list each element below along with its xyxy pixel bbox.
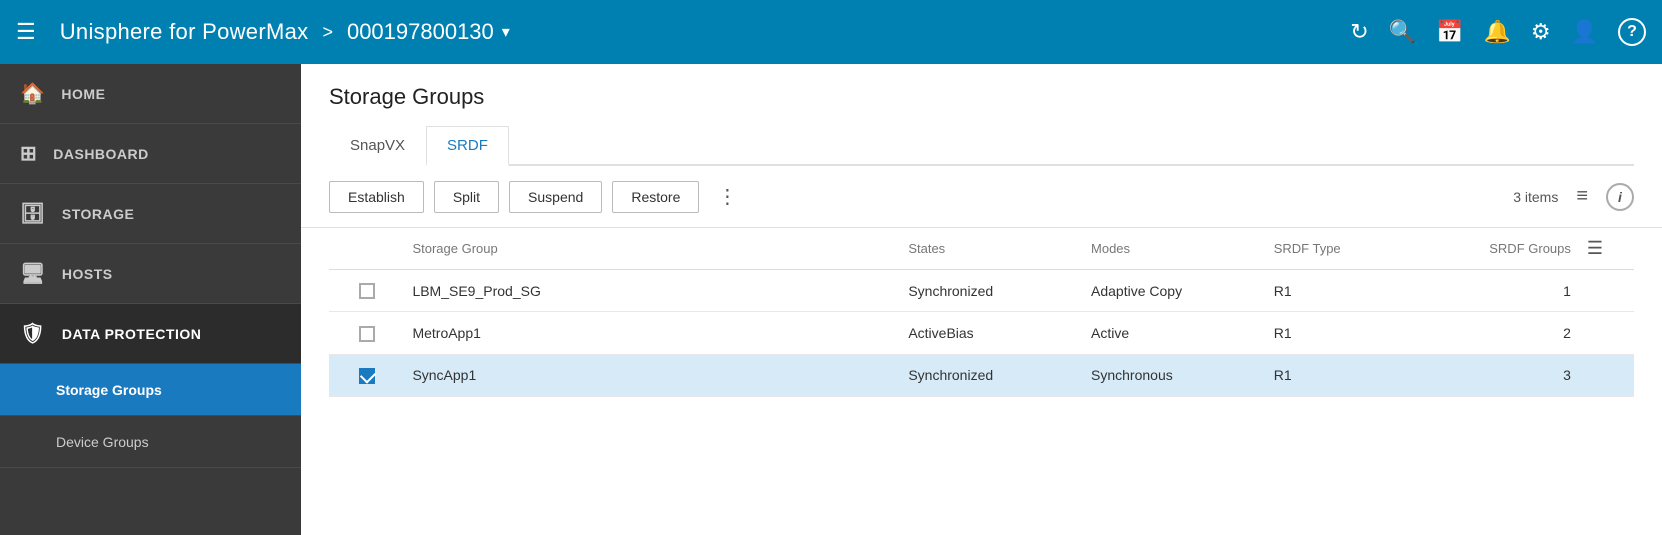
col-header-states: States [900,228,1083,270]
restore-button[interactable]: Restore [612,181,699,213]
row-checkbox[interactable] [359,283,375,299]
cell-row-menu [1579,312,1634,354]
row-checkbox[interactable] [359,368,375,384]
topbar: ☰ Unisphere for PowerMax > 000197800130 … [0,0,1662,64]
table-row[interactable]: SyncApp1SynchronizedSynchronousR13 [329,354,1634,396]
refresh-icon[interactable]: ↻ [1350,19,1368,45]
establish-button[interactable]: Establish [329,181,424,213]
sidebar-item-data-protection[interactable]: 🛡 DATA PROTECTION [0,304,301,364]
device-dropdown[interactable]: ▾ [502,22,510,42]
page-title: Storage Groups [329,84,1634,110]
sidebar: 🏠 HOME ⊞ DASHBOARD 🗄 STORAGE 🖥 HOSTS 🛡 D… [0,64,301,535]
cell-srdf-type: R1 [1266,354,1423,396]
app-title: Unisphere for PowerMax [60,19,309,45]
tab-snapvx[interactable]: SnapVX [329,126,426,166]
hamburger-menu[interactable]: ☰ [16,19,36,45]
sidebar-item-dashboard-label: DASHBOARD [53,146,149,162]
device-groups-label: Device Groups [56,434,149,450]
topbar-icons: ↻ 🔍 📅 🔔 ⚙ 👤 ? [1350,18,1646,46]
col-header-srdf-type: SRDF Type [1266,228,1423,270]
cell-row-menu [1579,354,1634,396]
sidebar-item-dashboard[interactable]: ⊞ DASHBOARD [0,124,301,184]
sidebar-item-storage-label: STORAGE [62,206,134,222]
user-icon[interactable]: 👤 [1571,19,1598,45]
sidebar-sub-menu: Storage Groups Device Groups [0,364,301,468]
cell-states: Synchronized [900,354,1083,396]
cell-srdf-type: R1 [1266,312,1423,354]
search-icon[interactable]: 🔍 [1389,19,1416,45]
data-protection-icon: 🛡 [20,321,46,346]
cell-states: Synchronized [900,270,1083,312]
col-header-modes: Modes [1083,228,1266,270]
hosts-icon: 🖥 [20,261,46,286]
cell-modes: Adaptive Copy [1083,270,1266,312]
table-header-row: Storage Group States Modes SRDF Type SRD… [329,228,1634,270]
gear-icon[interactable]: ⚙ [1531,19,1551,45]
cell-storage-group: MetroApp1 [404,312,900,354]
main-layout: 🏠 HOME ⊞ DASHBOARD 🗄 STORAGE 🖥 HOSTS 🛡 D… [0,64,1662,535]
bell-icon[interactable]: 🔔 [1483,19,1510,45]
sidebar-item-storage-groups[interactable]: Storage Groups [0,364,301,416]
home-icon: 🏠 [20,81,45,106]
checkbox-cell [329,312,404,354]
cell-srdf-groups: 3 [1422,354,1579,396]
checkbox-cell [329,270,404,312]
items-count: 3 items [1513,189,1558,205]
sidebar-item-device-groups[interactable]: Device Groups [0,416,301,468]
cell-row-menu [1579,270,1634,312]
toolbar: Establish Split Suspend Restore ⋮ 3 item… [301,166,1662,228]
sidebar-item-storage[interactable]: 🗄 STORAGE [0,184,301,244]
help-icon[interactable]: ? [1618,18,1646,46]
calendar-icon[interactable]: 📅 [1436,19,1463,45]
col-header-storage-group: Storage Group [404,228,900,270]
sidebar-item-hosts-label: HOSTS [62,266,113,282]
tab-srdf[interactable]: SRDF [426,126,509,166]
row-checkbox[interactable] [359,326,375,342]
col-header-srdf-groups: SRDF Groups [1422,228,1579,270]
breadcrumb-chevron: > [322,22,333,43]
sidebar-item-data-protection-label: DATA PROTECTION [62,326,201,342]
device-id: 000197800130 [347,19,494,45]
sidebar-item-home-label: HOME [61,86,105,102]
col-header-checkbox [329,228,404,270]
tabs: SnapVX SRDF [329,126,1634,166]
table-row[interactable]: LBM_SE9_Prod_SGSynchronizedAdaptive Copy… [329,270,1634,312]
content-area: Storage Groups SnapVX SRDF Establish Spl… [301,64,1662,535]
filter-icon[interactable]: ≡ [1576,185,1588,208]
more-actions-button[interactable]: ⋮ [709,180,746,213]
storage-groups-label: Storage Groups [56,382,162,398]
col-header-menu: ☰ [1579,228,1634,270]
cell-srdf-groups: 1 [1422,270,1579,312]
sidebar-item-home[interactable]: 🏠 HOME [0,64,301,124]
suspend-button[interactable]: Suspend [509,181,602,213]
checkbox-cell [329,354,404,396]
storage-groups-table: Storage Group States Modes SRDF Type SRD… [329,228,1634,397]
column-menu-icon[interactable]: ☰ [1587,238,1603,258]
table-container: Storage Group States Modes SRDF Type SRD… [301,228,1662,535]
split-button[interactable]: Split [434,181,499,213]
content-header: Storage Groups SnapVX SRDF [301,64,1662,166]
info-icon[interactable]: i [1606,183,1634,211]
storage-icon: 🗄 [20,201,46,226]
cell-storage-group: LBM_SE9_Prod_SG [404,270,900,312]
dashboard-icon: ⊞ [20,141,37,166]
cell-states: ActiveBias [900,312,1083,354]
cell-storage-group: SyncApp1 [404,354,900,396]
cell-modes: Active [1083,312,1266,354]
sidebar-item-hosts[interactable]: 🖥 HOSTS [0,244,301,304]
cell-srdf-groups: 2 [1422,312,1579,354]
table-row[interactable]: MetroApp1ActiveBiasActiveR12 [329,312,1634,354]
cell-modes: Synchronous [1083,354,1266,396]
cell-srdf-type: R1 [1266,270,1423,312]
